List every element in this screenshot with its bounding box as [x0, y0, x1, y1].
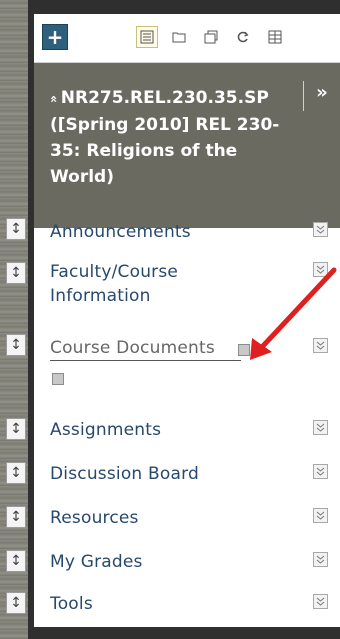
context-menu-icon[interactable] [52, 373, 64, 385]
window-background [0, 0, 30, 639]
plus-icon: + [46, 25, 64, 49]
title-divider [303, 81, 304, 111]
menu-item-label[interactable]: Assignments [50, 418, 161, 442]
folder-icon [172, 32, 186, 43]
window-view-button[interactable] [200, 26, 222, 48]
chevron-down-icon[interactable] [313, 594, 328, 609]
menu-item-label[interactable]: Faculty/Course Information [50, 260, 250, 308]
menu-bottom-border [34, 627, 340, 639]
menu-item-label[interactable]: Tools [50, 592, 93, 616]
menu-item-label[interactable]: Discussion Board [50, 462, 199, 486]
chevron-down-icon[interactable] [313, 338, 328, 353]
grid-view-button[interactable] [264, 26, 286, 48]
course-header: «NR275.REL.230.35.SP ([Spring 2010] REL … [34, 63, 340, 228]
drag-handle-icon[interactable]: ↕ [6, 262, 26, 284]
grid-view-icon [268, 30, 282, 44]
expand-menu-button[interactable]: » [310, 79, 334, 105]
refresh-icon [237, 31, 249, 43]
course-title[interactable]: «NR275.REL.230.35.SP ([Spring 2010] REL … [47, 85, 300, 190]
course-title-text: NR275.REL.230.35.SP ([Spring 2010] REL 2… [50, 88, 280, 187]
drag-handle-icon[interactable]: ↕ [6, 218, 26, 240]
drag-handle-icon[interactable]: ↕ [6, 418, 26, 440]
drag-handle-icon[interactable]: ↕ [6, 462, 26, 484]
menu-item-label-editing[interactable]: Course Documents [50, 336, 241, 361]
menu-item-label[interactable]: Announcements [50, 220, 191, 244]
course-menu-toolbar: + [34, 14, 340, 63]
chevron-down-icon[interactable] [313, 420, 328, 435]
chevron-down-icon[interactable] [313, 552, 328, 567]
add-menu-item-button[interactable]: + [42, 24, 68, 50]
drag-handle-icon[interactable]: ↕ [6, 592, 26, 614]
drag-handle-icon[interactable]: ↕ [6, 334, 26, 356]
chevron-down-icon[interactable] [313, 222, 328, 237]
edit-options-icon[interactable] [238, 344, 250, 356]
double-chevron-right-icon: » [316, 81, 328, 103]
menu-item-label[interactable]: My Grades [50, 550, 143, 574]
drag-handle-icon[interactable]: ↕ [6, 506, 26, 528]
chevron-down-icon[interactable] [313, 262, 328, 277]
chevron-down-icon[interactable] [313, 464, 328, 479]
chevron-down-icon[interactable] [313, 508, 328, 523]
collapse-up-icon[interactable]: « [41, 95, 67, 103]
list-view-button[interactable] [136, 26, 158, 48]
course-menu: ↕ Announcements ↕ Faculty/Course Informa… [6, 218, 340, 627]
drag-handle-icon[interactable]: ↕ [6, 550, 26, 572]
refresh-button[interactable] [232, 26, 254, 48]
list-view-icon [140, 30, 154, 44]
windows-icon [204, 30, 218, 44]
menu-item-label[interactable]: Resources [50, 506, 139, 530]
folder-view-button[interactable] [168, 26, 190, 48]
